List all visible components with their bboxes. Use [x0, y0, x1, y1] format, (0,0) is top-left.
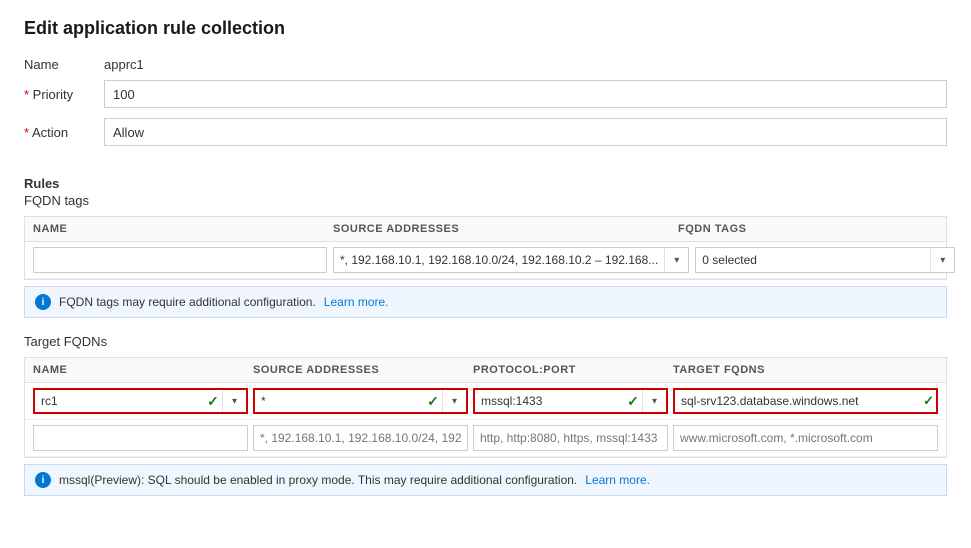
target-fqdns-row-1: rc1 ✓ ▾ * ✓ ▾ mssql:1433 ✓ ▾: [25, 383, 946, 420]
rules-section-label: Rules: [24, 176, 947, 191]
fqdn-source-cell: *, 192.168.10.1, 192.168.10.0/24, 192.16…: [333, 247, 695, 273]
fqdn-source-value: *, 192.168.10.1, 192.168.10.0/24, 192.16…: [334, 253, 664, 267]
target-row1-name-chevron: ▾: [222, 390, 246, 412]
fqdn-info-text: FQDN tags may require additional configu…: [59, 295, 316, 309]
target-row2-source-input[interactable]: [253, 425, 468, 451]
target-row2-source-cell: [253, 425, 473, 451]
target-row1-source-cell: * ✓ ▾: [253, 388, 473, 414]
fqdn-learn-more-link[interactable]: Learn more.: [324, 295, 389, 309]
target-learn-more-link[interactable]: Learn more.: [585, 473, 650, 487]
fqdn-source-chevron: ▾: [664, 248, 688, 272]
target-info-bar: i mssql(Preview): SQL should be enabled …: [24, 464, 947, 496]
target-fqdns-header: NAME SOURCE ADDRESSES PROTOCOL:PORT TARG…: [25, 358, 946, 383]
target-col-source: SOURCE ADDRESSES: [253, 364, 473, 376]
fqdn-tags-cell: 0 selected ▾: [695, 247, 955, 273]
fqdn-source-select[interactable]: *, 192.168.10.1, 192.168.10.0/24, 192.16…: [333, 247, 689, 273]
target-fqdns-label: Target FQDNs: [24, 334, 947, 349]
target-row1-name-cell: rc1 ✓ ▾: [33, 388, 253, 414]
target-col-protocol: PROTOCOL:PORT: [473, 364, 673, 376]
target-row1-source-select[interactable]: * ✓ ▾: [253, 388, 468, 414]
action-input[interactable]: [104, 118, 947, 146]
fqdn-tags-label: FQDN tags: [24, 193, 947, 208]
target-row1-protocol-cell: mssql:1433 ✓ ▾: [473, 388, 673, 414]
target-row2-fqdns-cell: [673, 425, 938, 451]
target-row1-source-check: ✓: [424, 393, 442, 410]
target-row2-name-input[interactable]: [33, 425, 248, 451]
target-col-fqdns: TARGET FQDNS: [673, 364, 938, 376]
action-label: Action: [24, 125, 104, 140]
fqdn-col-name: NAME: [33, 223, 333, 235]
target-fqdns-table: NAME SOURCE ADDRESSES PROTOCOL:PORT TARG…: [24, 357, 947, 458]
target-row1-source-value: *: [255, 394, 424, 408]
target-row1-name-value: rc1: [35, 394, 204, 408]
name-label: Name: [24, 57, 104, 72]
target-fqdns-row-2: [25, 420, 946, 457]
target-row1-protocol-chevron: ▾: [642, 390, 666, 412]
fqdn-tags-header: NAME SOURCE ADDRESSES FQDN TAGS: [25, 217, 946, 242]
fqdn-name-input[interactable]: [33, 247, 327, 273]
page-title: Edit application rule collection: [24, 18, 947, 39]
fqdn-tags-chevron: ▾: [930, 248, 954, 272]
fqdn-col-source: SOURCE ADDRESSES: [333, 223, 678, 235]
target-row1-source-chevron: ▾: [442, 390, 466, 412]
target-row2-name-cell: [33, 425, 253, 451]
target-row2-fqdns-input[interactable]: [673, 425, 938, 451]
target-row1-name-select[interactable]: rc1 ✓ ▾: [33, 388, 248, 414]
target-row1-protocol-check: ✓: [624, 393, 642, 410]
fqdn-info-bar: i FQDN tags may require additional confi…: [24, 286, 947, 318]
target-info-text: mssql(Preview): SQL should be enabled in…: [59, 473, 577, 487]
fqdn-info-icon: i: [35, 294, 51, 310]
priority-label: Priority: [24, 87, 104, 102]
target-col-name: NAME: [33, 364, 253, 376]
target-row1-fqdns-check: ✓: [923, 393, 934, 409]
target-row1-fqdns-input[interactable]: [673, 388, 938, 414]
target-row1-fqdns-wrapper: ✓: [673, 388, 938, 414]
name-value: apprc1: [104, 57, 144, 72]
target-row1-protocol-select[interactable]: mssql:1433 ✓ ▾: [473, 388, 668, 414]
priority-input[interactable]: [104, 80, 947, 108]
fqdn-col-tags: FQDN TAGS: [678, 223, 938, 235]
fqdn-tags-row: *, 192.168.10.1, 192.168.10.0/24, 192.16…: [25, 242, 946, 279]
fqdn-name-cell: [33, 247, 333, 273]
target-row2-protocol-input[interactable]: [473, 425, 668, 451]
target-row1-name-check: ✓: [204, 393, 222, 410]
fqdn-tags-value: 0 selected: [696, 253, 930, 267]
target-info-icon: i: [35, 472, 51, 488]
fqdn-tags-table: NAME SOURCE ADDRESSES FQDN TAGS *, 192.1…: [24, 216, 947, 280]
fqdn-tags-select[interactable]: 0 selected ▾: [695, 247, 955, 273]
target-row1-fqdns-cell: ✓: [673, 388, 938, 414]
target-row1-protocol-value: mssql:1433: [475, 394, 624, 408]
target-row2-protocol-cell: [473, 425, 673, 451]
